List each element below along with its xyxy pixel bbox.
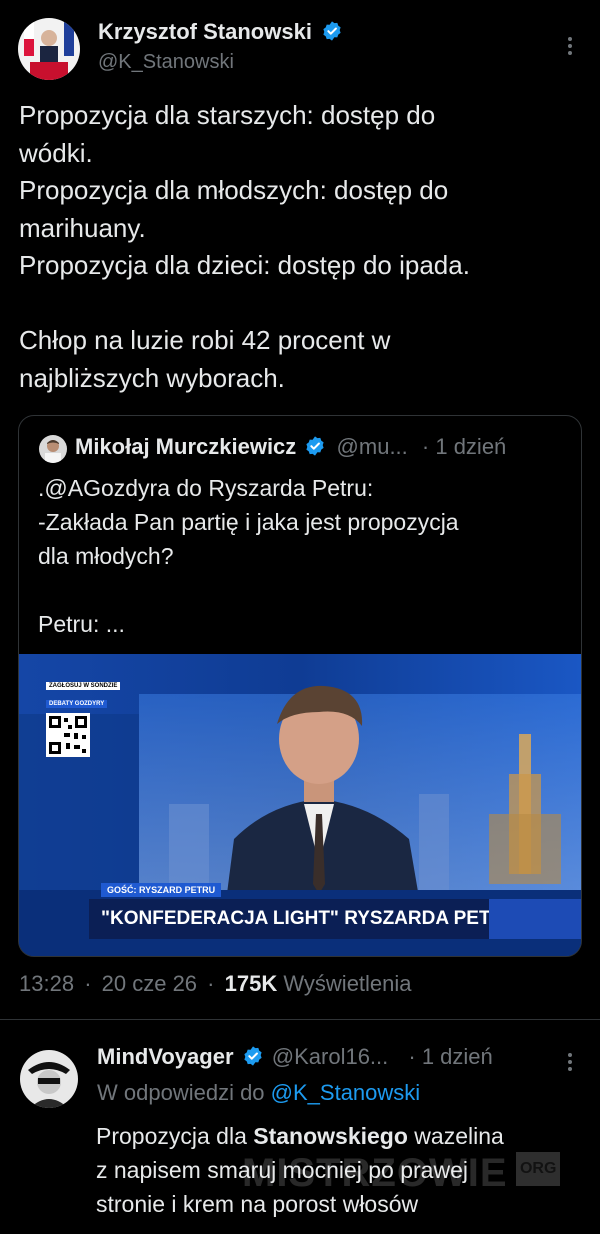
quoted-header: Mikołaj Murczkiewicz @mu... · 1 dzień [75, 434, 575, 460]
reply-line: z napisem smaruj mocniej po prawej [96, 1157, 468, 1183]
quoted-video-thumbnail[interactable]: ZAGŁOSUJ W SONDZIE DEBATY GOZDYRY GOŚĆ: … [19, 654, 581, 956]
author-handle[interactable]: @K_Stanowski [98, 51, 234, 74]
divider [0, 1019, 600, 1020]
quoted-line: .@AGozdyra do Ryszarda Petru: [38, 475, 374, 501]
quoted-tweet-card[interactable]: Mikołaj Murczkiewicz @mu... · 1 dzień .@… [18, 415, 582, 957]
video-headline-text: "KONFEDERACJA LIGHT" RYSZARDA PETRU [101, 908, 519, 929]
reply-time[interactable]: · 1 dzień [408, 1044, 492, 1069]
verified-badge-icon [306, 436, 325, 456]
meta-separator: · [84, 971, 92, 996]
qr-panel: ZAGŁOSUJ W SONDZIE DEBATY GOZDYRY [46, 674, 144, 757]
reply-body: Propozycja dla Stanowskiego wazelina z n… [96, 1119, 586, 1221]
author-name[interactable]: Krzysztof Stanowski [98, 19, 312, 44]
reply-author-handle[interactable]: @Karol16... [272, 1044, 389, 1069]
headline-accent-bar [489, 899, 581, 939]
reply-text: Propozycja dla [96, 1123, 254, 1149]
quoted-time[interactable]: · 1 dzień [422, 434, 506, 459]
reply-to-prefix: W odpowiedzi do [97, 1080, 265, 1105]
reply-line: stronie i krem na porost włosów [96, 1191, 419, 1217]
quoted-line [38, 573, 568, 607]
reply-context: W odpowiedzi do @K_Stanowski [97, 1080, 420, 1106]
author-name-row: Krzysztof Stanowski [98, 19, 343, 45]
tweet-meta: 13:28 · 20 cze 26 · 175K Wyświetlenia [19, 971, 412, 997]
tweet-line: wódki. [19, 137, 93, 168]
reply-to-handle[interactable]: @K_Stanowski [271, 1080, 421, 1105]
tweet-line: marihuany. [19, 212, 146, 243]
quoted-line: -Zakłada Pan partię i jaka jest propozyc… [38, 509, 459, 535]
tweet-line: najbliższych wyborach. [19, 362, 285, 393]
meta-separator: · [207, 971, 215, 996]
views-label[interactable]: Wyświetlenia [283, 971, 411, 996]
quoted-author-avatar[interactable] [39, 435, 67, 463]
author-avatar[interactable] [18, 18, 80, 80]
reply-text: wazelina [407, 1123, 504, 1149]
more-options-icon[interactable] [560, 34, 580, 58]
guest-label: GOŚĆ: RYSZARD PETRU [101, 883, 222, 897]
reply-header: MindVoyager @Karol16... · 1 dzień [97, 1044, 587, 1070]
tweet-time[interactable]: 13:28 [19, 971, 74, 996]
tweet-line: Propozycja dla młodszych: dostęp do [19, 175, 449, 205]
verified-badge-icon [244, 1046, 262, 1066]
reply-author-avatar[interactable] [20, 1050, 78, 1108]
qr-code-icon [46, 713, 90, 757]
views-count: 175K [224, 971, 278, 996]
tweet-line: Chłop na luzie robi 42 procent w [19, 325, 391, 355]
reply-author-name[interactable]: MindVoyager [97, 1044, 234, 1069]
tweet-date[interactable]: 20 cze 26 [102, 971, 197, 996]
reply-text-bold: Stanowskiego [253, 1123, 408, 1149]
quoted-author-name[interactable]: Mikołaj Murczkiewicz [75, 434, 296, 459]
quoted-line: Petru: ... [38, 611, 125, 637]
quoted-body: .@AGozdyra do Ryszarda Petru: -Zakłada P… [38, 471, 568, 641]
video-headline: "KONFEDERACJA LIGHT" RYSZARDA PETRU [89, 899, 519, 939]
qr-label-2: DEBATY GOZDYRY [46, 700, 108, 708]
reply-line: Propozycja dla Stanowskiego wazelina [96, 1119, 586, 1153]
quoted-author-handle[interactable]: @mu... [337, 434, 408, 459]
tweet-line [19, 285, 589, 323]
quoted-line: dla młodych? [38, 543, 174, 569]
tweet-body: Propozycja dla starszych: dostęp do wódk… [19, 97, 589, 397]
tweet-line: Propozycja dla dzieci: dostęp do ipada. [19, 250, 470, 280]
verified-badge-icon [323, 21, 341, 41]
qr-label-1: ZAGŁOSUJ W SONDZIE [46, 682, 121, 690]
more-options-icon[interactable] [560, 1050, 580, 1074]
tweet-line: Propozycja dla starszych: dostęp do [19, 100, 436, 130]
